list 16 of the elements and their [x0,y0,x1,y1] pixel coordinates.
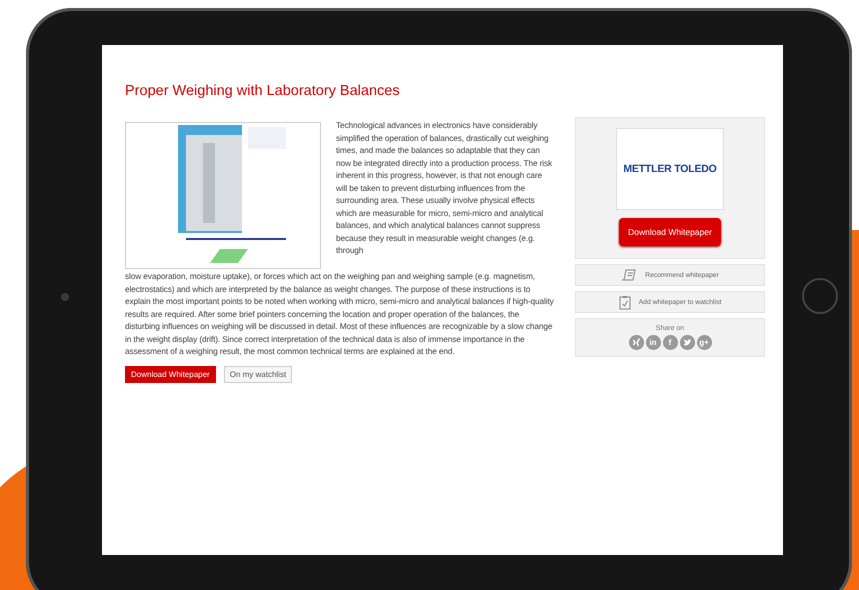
camera-icon [61,293,69,301]
page-title: Proper Weighing with Laboratory Balances [125,83,401,99]
company-logo: METTLER TOLEDO [616,128,724,210]
facebook-share-link[interactable]: f [662,335,678,350]
download-button[interactable]: Download Whitepaper [619,218,721,246]
scroll-icon [621,268,638,282]
linkedin-share-link[interactable]: in [646,335,660,350]
xing-icon[interactable] [628,335,644,350]
article-text: Technological advances in electronics have considerably simplified the operation of balances, drastically cut weighing times, and made the balances so adaptable that they can now be integrated directly into a production process. The risk inherent in this progress, however, is that not enough care will be taken to prevent disturbing influences from the surrounding area. These usually involve physical effects which are measurable for micro, semi-micro and analytical balances, and which analytical balances cannot suppress because they result in measurable weight changes (e.g. through [336,119,554,258]
googleplus-share-link[interactable]: g+ [696,335,712,350]
home-button[interactable] [802,278,838,314]
clipboard-check-icon [618,294,631,310]
watchlist-button[interactable]: On my watchlist [224,366,292,383]
article-text: slow evaporation, moisture uptake), or forces which act on the weighing pan and weighing sample (e.g. magnetism, electrostatics) and which are interpreted by the balance as weight changes. The purpose of these instructions is to explain the most important points to be noted when working with micro, semi-micro and analytical balances if high-quality results are required. After some brief pointers concerning the location and proper operation of the balances, the disturbing influences on weighing will be discussed in detail. Most of these influences are recognizable by a slow change in the weight display (drift). Since correct interpretation of the technical data is also of immense importance in the assessment of a weighing result, the most common technical terms are explained at the end. [125,270,555,358]
twitter-bird-icon[interactable] [680,335,694,350]
download-button[interactable]: Download Whitepaper [125,366,216,383]
